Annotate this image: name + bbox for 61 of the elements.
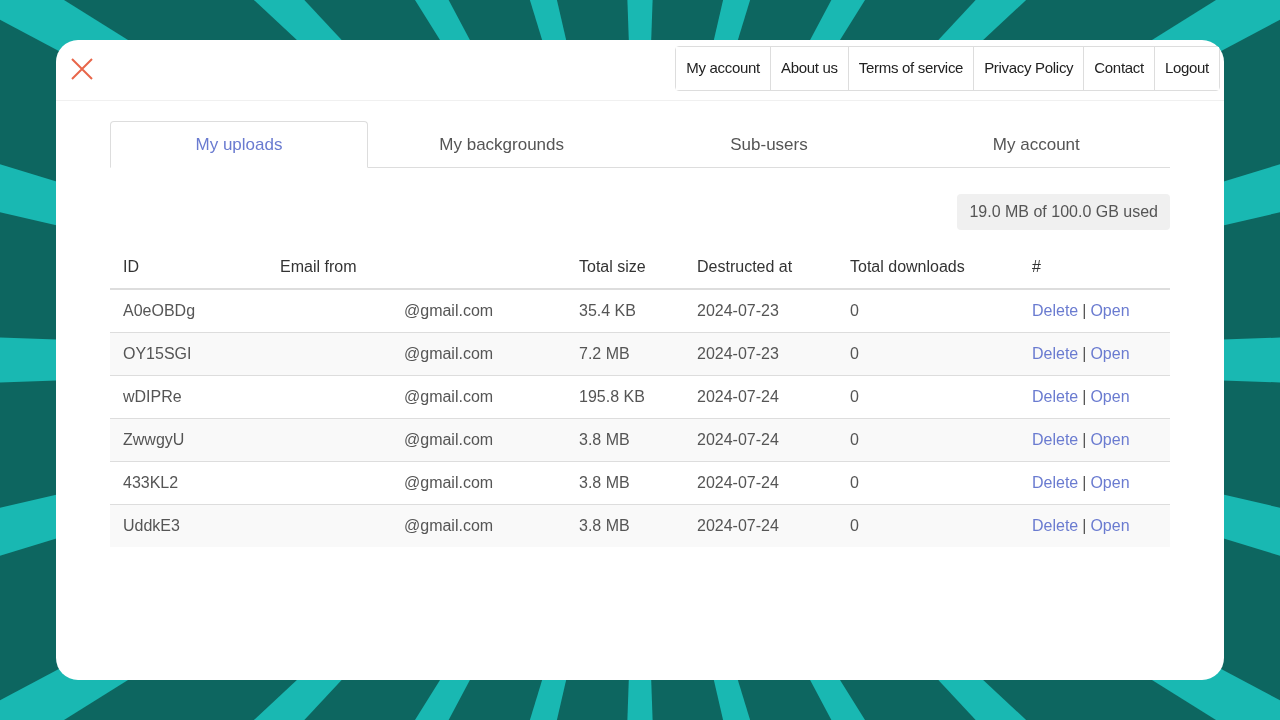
table-cell: wDIPRe xyxy=(110,375,267,418)
open-link[interactable]: Open xyxy=(1090,387,1130,405)
table-cell: @gmail.com xyxy=(267,375,566,418)
delete-link[interactable]: Delete xyxy=(1032,387,1079,405)
separator: | xyxy=(1082,387,1087,405)
close-icon[interactable] xyxy=(70,57,94,81)
table-cell: 0 xyxy=(837,332,1019,375)
delete-link[interactable]: Delete xyxy=(1032,516,1079,534)
separator: | xyxy=(1082,344,1087,362)
nav-button[interactable]: Logout xyxy=(1153,47,1219,90)
table-cell: 3.8 MB xyxy=(566,504,684,547)
table-cell: 35.4 KB xyxy=(566,289,684,332)
table-cell: 0 xyxy=(837,504,1019,547)
table-cell: 2024-07-24 xyxy=(684,504,837,547)
table-cell: 195.8 KB xyxy=(566,375,684,418)
column-header: Email from xyxy=(267,245,566,289)
table-cell: 2024-07-24 xyxy=(684,375,837,418)
table-cell: @gmail.com xyxy=(267,461,566,504)
table-cell: 7.2 MB xyxy=(566,332,684,375)
open-link[interactable]: Open xyxy=(1090,473,1130,491)
column-header: Total downloads xyxy=(837,245,1019,289)
open-link[interactable]: Open xyxy=(1090,430,1130,448)
table-cell: 0 xyxy=(837,418,1019,461)
column-header: # xyxy=(1019,245,1170,289)
separator: | xyxy=(1082,430,1087,448)
open-link[interactable]: Open xyxy=(1090,344,1130,362)
table-cell: 2024-07-23 xyxy=(684,289,837,332)
table-cell: @gmail.com xyxy=(267,289,566,332)
table-cell: ZwwgyU xyxy=(110,418,267,461)
separator: | xyxy=(1082,301,1087,319)
storage-usage-label: 19.0 MB of 100.0 GB used xyxy=(957,194,1170,230)
delete-link[interactable]: Delete xyxy=(1032,430,1079,448)
tab[interactable]: My uploads xyxy=(110,121,368,168)
table-cell: OY15SGI xyxy=(110,332,267,375)
table-cell: 0 xyxy=(837,289,1019,332)
tab[interactable]: Sub-users xyxy=(635,121,903,168)
table-cell: A0eOBDg xyxy=(110,289,267,332)
column-header: Total size xyxy=(566,245,684,289)
tab[interactable]: My backgrounds xyxy=(368,121,636,168)
delete-link[interactable]: Delete xyxy=(1032,473,1079,491)
delete-link[interactable]: Delete xyxy=(1032,344,1079,362)
table-cell: 3.8 MB xyxy=(566,418,684,461)
table-cell: 433KL2 xyxy=(110,461,267,504)
table-cell: UddkE3 xyxy=(110,504,267,547)
delete-link[interactable]: Delete xyxy=(1032,301,1079,319)
tab[interactable]: My account xyxy=(902,121,1170,168)
separator: | xyxy=(1082,516,1087,534)
open-link[interactable]: Open xyxy=(1090,301,1130,319)
table-cell: 2024-07-23 xyxy=(684,332,837,375)
column-header: Destructed at xyxy=(684,245,837,289)
open-link[interactable]: Open xyxy=(1090,516,1130,534)
table-cell: @gmail.com xyxy=(267,504,566,547)
table-cell: @gmail.com xyxy=(267,332,566,375)
table-cell: @gmail.com xyxy=(267,418,566,461)
table-cell: 3.8 MB xyxy=(566,461,684,504)
table-cell: 2024-07-24 xyxy=(684,461,837,504)
table-cell: 2024-07-24 xyxy=(684,418,837,461)
column-header: ID xyxy=(110,245,267,289)
table-cell: 0 xyxy=(837,461,1019,504)
table-cell: 0 xyxy=(837,375,1019,418)
separator: | xyxy=(1082,473,1087,491)
